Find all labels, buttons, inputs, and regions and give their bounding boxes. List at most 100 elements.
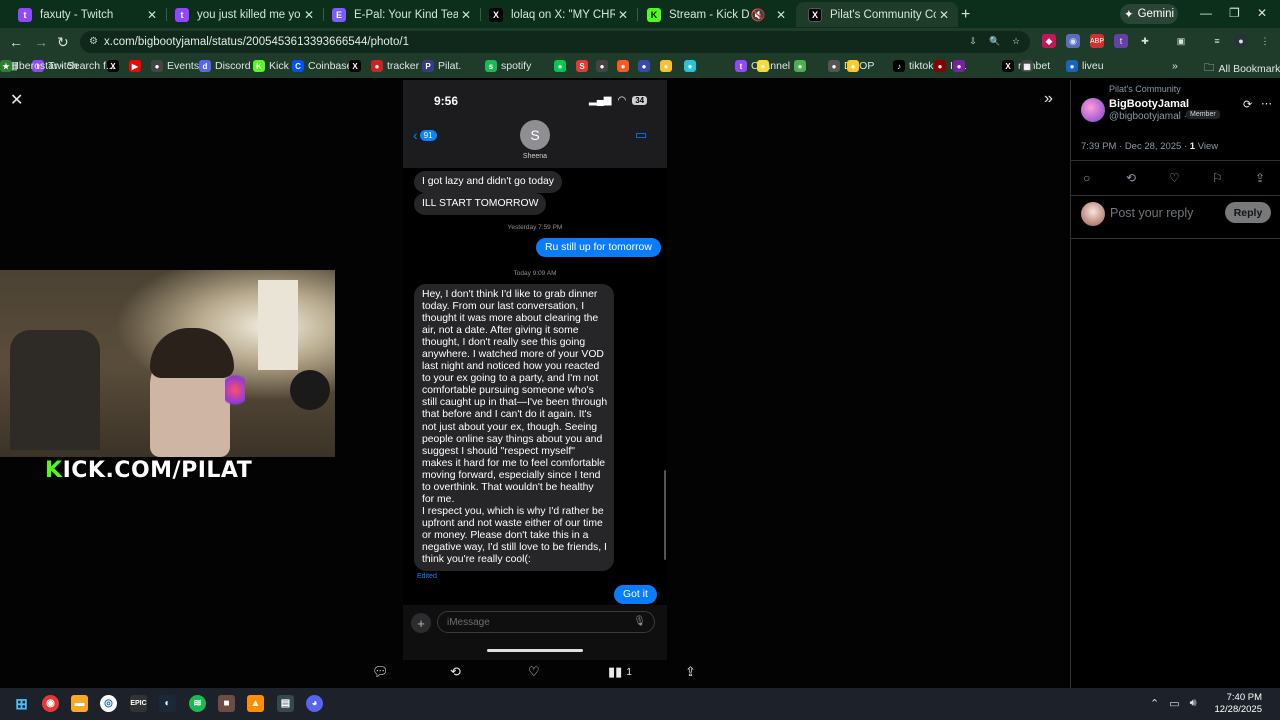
bookmarks-overflow-button[interactable]: » <box>1172 60 1178 72</box>
bookmark-item[interactable]: ● <box>684 60 696 72</box>
views-button[interactable]: ▮▮ 1 <box>608 664 632 680</box>
zoom-icon[interactable]: 🔍 <box>988 34 1002 48</box>
spotify-icon[interactable]: ≋ <box>189 695 206 712</box>
bookmark-item[interactable]: s spotify <box>485 60 531 72</box>
close-tab-icon[interactable]: ✕ <box>773 8 789 22</box>
reply-button[interactable]: Reply <box>1225 202 1271 223</box>
all-bookmarks-button[interactable]: 🗀 All Bookmarks <box>1204 60 1280 78</box>
bookmark-item[interactable]: ● <box>953 60 965 72</box>
gemini-button[interactable]: ✦ Gemini <box>1120 4 1178 24</box>
author-handle[interactable]: @bigbootyjamal · <box>1109 111 1187 122</box>
bookmark-item[interactable]: ● liveu <box>1066 60 1104 72</box>
bookmark-item[interactable]: S <box>576 60 588 72</box>
adblock-icon[interactable]: ABP <box>1090 34 1104 48</box>
bookmark-item[interactable]: ★ Iberostar - Search f... <box>0 60 115 72</box>
extension-icon[interactable]: ◉ <box>1066 34 1080 48</box>
speaker-icon[interactable]: 🔊︎ <box>1190 697 1197 710</box>
share-icon[interactable]: ⇪ <box>685 664 696 680</box>
reply-icon[interactable]: 💬︎ <box>372 664 389 680</box>
install-app-icon[interactable]: ⇩ <box>966 34 980 48</box>
reload-icon[interactable]: ↻ <box>57 34 69 51</box>
discord-icon[interactable]: ◕ <box>306 695 323 712</box>
new-tab-button[interactable]: + <box>961 6 970 24</box>
clock-date[interactable]: 12/28/2025 <box>1208 704 1262 715</box>
close-tab-icon[interactable]: ✕ <box>615 8 631 22</box>
post-timestamp[interactable]: 7:39 PM · Dec 28, 2025 · <box>1081 141 1190 152</box>
clock-time[interactable]: 7:40 PM <box>1222 692 1262 703</box>
bookmark-item[interactable]: K Kick <box>253 60 289 72</box>
tab-3[interactable]: E E-Pal: Your Kind Teammates ✕ <box>320 2 480 27</box>
chevron-up-icon[interactable]: ⌃ <box>1150 697 1159 710</box>
chrome-icon[interactable]: ◉ <box>42 695 59 712</box>
repost-icon[interactable]: ⟲ <box>1126 171 1136 185</box>
bookmark-item[interactable]: d Discord <box>199 60 251 72</box>
community-label[interactable]: Pilat's Community <box>1109 84 1181 94</box>
side-panel-icon[interactable]: ▣ <box>1174 34 1188 48</box>
bookmark-item[interactable]: ● <box>638 60 650 72</box>
url-bar[interactable]: ⚙ x.com/bigbootyjamal/status/20054536133… <box>80 31 1030 53</box>
bookmark-item[interactable]: ● <box>757 60 769 72</box>
restore-icon[interactable]: ❐ <box>1229 6 1240 20</box>
minecraft-icon[interactable]: ■ <box>218 695 235 712</box>
mute-tab-icon[interactable]: 🔇 <box>749 8 767 22</box>
extension-shield-icon[interactable]: ◆ <box>1042 34 1056 48</box>
share-icon[interactable]: ⇪ <box>1255 171 1265 185</box>
kebab-menu-icon[interactable]: ⋮ <box>1258 34 1272 48</box>
bookmark-item[interactable]: ● Events <box>151 60 199 72</box>
tab-4[interactable]: X lolaq on X: "MY CHRISTMAS GI ✕ <box>477 2 637 27</box>
close-tab-icon[interactable]: ✕ <box>301 8 317 22</box>
forward-arrow-icon[interactable]: → <box>34 34 48 50</box>
twitch-extension-icon[interactable]: t <box>1114 34 1128 48</box>
bookmark-item[interactable]: ▦ <box>1021 60 1033 72</box>
like-icon[interactable]: ♡ <box>1169 171 1180 185</box>
reply-icon[interactable]: ○ <box>1083 171 1090 185</box>
message-line: think you're really cool(: <box>422 554 531 566</box>
bookmark-item[interactable]: ● <box>596 60 608 72</box>
bookmark-item[interactable]: C Coinbase <box>292 60 352 72</box>
bookmark-icon[interactable]: ⚐ <box>1212 171 1223 185</box>
like-icon[interactable]: ♡ <box>528 664 540 680</box>
back-arrow-icon[interactable]: ← <box>9 34 23 50</box>
tab-active[interactable]: X Pilat's Community Community ✕ <box>796 2 958 27</box>
bookmark-star-icon[interactable]: ☆ <box>1009 34 1023 48</box>
expand-panel-icon[interactable]: » <box>1044 90 1053 108</box>
app-icon[interactable]: ▲ <box>247 695 264 712</box>
author-avatar[interactable] <box>1081 98 1105 122</box>
app-icon[interactable]: ▤ <box>277 695 294 712</box>
bookmark-item[interactable]: ● <box>554 60 566 72</box>
reading-list-icon[interactable]: ≡ <box>1210 34 1224 48</box>
site-info-icon[interactable]: ⚙ <box>89 36 98 47</box>
bookmark-item[interactable]: ● <box>660 60 672 72</box>
bookmark-item[interactable]: ● <box>617 60 629 72</box>
more-options-icon[interactable]: ⋯ <box>1261 97 1272 110</box>
bookmark-item[interactable]: ● <box>847 60 859 72</box>
close-window-icon[interactable]: ✕ <box>1257 6 1267 20</box>
grok-icon[interactable]: ⟳ <box>1243 98 1252 111</box>
bookmark-item[interactable]: P Pilat. <box>422 60 461 72</box>
app-icon[interactable]: ◎ <box>100 695 117 712</box>
extensions-puzzle-icon[interactable]: ✚ <box>1138 34 1152 48</box>
close-tab-icon[interactable]: ✕ <box>458 8 474 22</box>
tab-1[interactable]: t faxuty - Twitch ✕ <box>6 2 166 27</box>
bookmark-item[interactable]: ▶ <box>129 60 141 72</box>
reply-input[interactable]: Post your reply <box>1110 206 1193 220</box>
tab-5[interactable]: K Stream - Kick Dashboard 🔇 ✕ <box>635 2 795 27</box>
close-tab-icon[interactable]: ✕ <box>936 8 952 22</box>
repost-icon[interactable]: ⟲ <box>450 664 461 680</box>
bookmark-item[interactable]: ♪ tiktok <box>893 60 934 72</box>
author-name[interactable]: BigBootyJamal <box>1109 98 1189 110</box>
steam-icon[interactable]: ◐ <box>159 695 176 712</box>
network-icon[interactable]: ▭ <box>1169 697 1179 710</box>
windows-start-icon[interactable]: ⊞ <box>13 695 30 713</box>
bookmark-item[interactable]: ● <box>794 60 806 72</box>
profile-avatar-icon[interactable]: ● <box>1234 34 1248 48</box>
bookmark-item[interactable]: X <box>349 60 361 72</box>
message-line: to your ex going to a party, and I'm not <box>422 373 599 385</box>
bookmark-item[interactable]: ● tracker <box>371 60 419 72</box>
epic-games-icon[interactable]: EPIC <box>130 695 147 712</box>
tab-2[interactable]: t you just killed me you - Twitch ✕ <box>163 2 323 27</box>
minimize-icon[interactable]: — <box>1200 6 1212 20</box>
close-tab-icon[interactable]: ✕ <box>144 8 160 22</box>
close-icon[interactable]: ✕ <box>10 90 23 110</box>
file-explorer-icon[interactable]: ▬ <box>71 695 88 712</box>
